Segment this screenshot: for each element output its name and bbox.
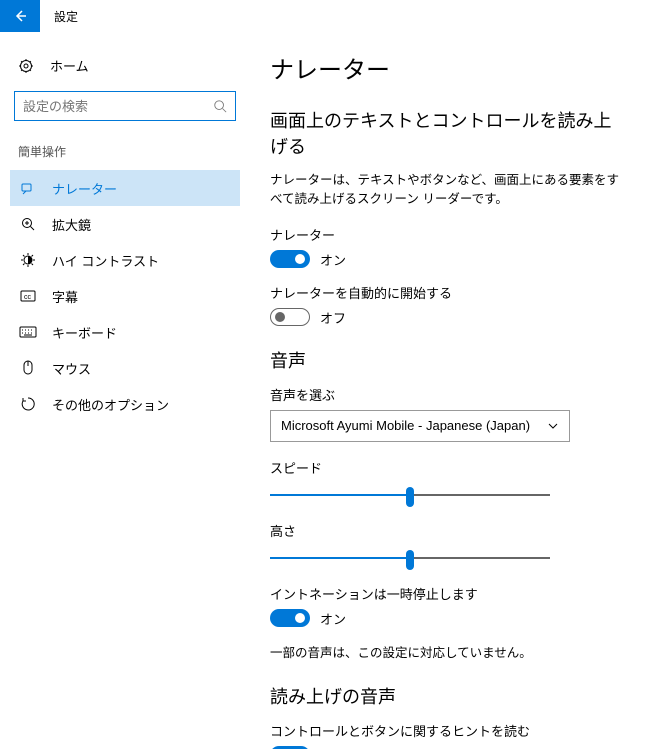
page-title: ナレーター (270, 50, 626, 85)
sidebar-item-magnifier[interactable]: 拡大鏡 (10, 206, 240, 242)
narrator-icon (18, 180, 38, 196)
hints-toggle-label: コントロールとボタンに関するヒントを読む (270, 721, 626, 740)
voice-select-label: 音声を選ぶ (270, 385, 626, 404)
narrator-toggle[interactable] (270, 250, 310, 268)
speed-slider[interactable] (270, 483, 550, 507)
sidebar-item-label: ナレーター (52, 179, 117, 198)
search-input[interactable] (14, 91, 236, 121)
home-icon (16, 58, 36, 74)
search-icon (213, 99, 227, 113)
home-link[interactable]: ホーム (10, 48, 240, 85)
options-icon (18, 396, 38, 412)
narrator-toggle-label: ナレーター (270, 225, 626, 244)
sidebar-section-label: 簡単操作 (10, 139, 240, 170)
titlebar: 設定 (0, 0, 654, 32)
content-area: ナレーター 画面上のテキストとコントロールを読み上げる ナレーターは、テキストや… (250, 32, 654, 749)
sidebar-item-captions[interactable]: cc 字幕 (10, 278, 240, 314)
sidebar-item-label: その他のオプション (52, 395, 169, 414)
toggle-state: オン (320, 746, 346, 749)
intonation-toggle-label: イントネーションは一時停止します (270, 584, 626, 603)
sidebar-item-label: 拡大鏡 (52, 215, 91, 234)
sidebar-item-highcontrast[interactable]: ハイ コントラスト (10, 242, 240, 278)
window-title: 設定 (54, 8, 78, 25)
sidebar-item-other[interactable]: その他のオプション (10, 386, 240, 422)
speed-label: スピード (270, 458, 626, 477)
section-desc: ナレーターは、テキストやボタンなど、画面上にある要素をすべて読み上げるスクリーン… (270, 171, 626, 209)
search-field[interactable] (23, 99, 213, 114)
sidebar: ホーム 簡単操作 ナレーター 拡大鏡 ハイ コントラスト cc 字幕 キーボード (0, 32, 250, 749)
toggle-state: オフ (320, 308, 346, 327)
captions-icon: cc (18, 289, 38, 303)
voice-select-value: Microsoft Ayumi Mobile - Japanese (Japan… (281, 418, 530, 433)
autostart-toggle-label: ナレーターを自動的に開始する (270, 283, 626, 302)
sidebar-item-label: ハイ コントラスト (52, 251, 159, 270)
keyboard-icon (18, 326, 38, 338)
sidebar-item-mouse[interactable]: マウス (10, 350, 240, 386)
magnifier-icon (18, 216, 38, 232)
svg-text:cc: cc (24, 294, 32, 301)
sidebar-item-label: キーボード (52, 323, 117, 342)
reading-section-heading: 読み上げの音声 (270, 683, 626, 709)
sidebar-item-label: 字幕 (52, 287, 78, 306)
autostart-toggle[interactable] (270, 308, 310, 326)
intonation-toggle[interactable] (270, 609, 310, 627)
home-label: ホーム (50, 56, 89, 75)
mouse-icon (18, 360, 38, 376)
back-button[interactable] (0, 0, 40, 32)
contrast-icon (18, 252, 38, 268)
sidebar-item-narrator[interactable]: ナレーター (10, 170, 240, 206)
chevron-down-icon (547, 420, 559, 432)
section-heading: 画面上のテキストとコントロールを読み上げる (270, 107, 626, 159)
pitch-slider[interactable] (270, 546, 550, 570)
voice-select[interactable]: Microsoft Ayumi Mobile - Japanese (Japan… (270, 410, 570, 442)
voice-section-heading: 音声 (270, 347, 626, 373)
toggle-state: オン (320, 250, 346, 269)
toggle-state: オン (320, 609, 346, 628)
sidebar-item-keyboard[interactable]: キーボード (10, 314, 240, 350)
pitch-label: 高さ (270, 521, 626, 540)
sidebar-item-label: マウス (52, 359, 91, 378)
arrow-left-icon (12, 8, 28, 24)
voice-note: 一部の音声は、この設定に対応していません。 (270, 642, 626, 661)
